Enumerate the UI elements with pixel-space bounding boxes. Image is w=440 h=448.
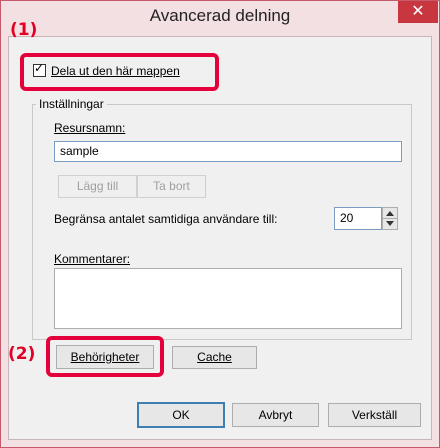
ok-button[interactable]: OK <box>137 402 225 428</box>
comments-text: Kommentarer: <box>54 252 131 266</box>
share-checkbox-label[interactable]: Dela ut den här mappen <box>51 64 180 78</box>
add-button[interactable]: Lägg till <box>58 175 137 198</box>
spin-up-icon[interactable] <box>386 211 394 216</box>
annotation-marker-2: (2) <box>8 344 36 364</box>
apply-button[interactable]: Verkställ <box>328 403 421 427</box>
cache-button[interactable]: Cache <box>172 346 257 369</box>
resource-name-label: Resursnamn: <box>54 121 125 135</box>
cache-text: Cache <box>197 350 232 364</box>
user-limit-input[interactable]: 20 <box>334 207 382 230</box>
resource-name-input[interactable]: sample <box>54 141 402 162</box>
dialog-title: Avancerad delning <box>149 6 291 25</box>
permissions-button[interactable]: Behörigheter <box>56 345 154 369</box>
spinner-divider <box>383 218 397 219</box>
share-checkbox[interactable]: ✓ <box>33 61 46 77</box>
comments-textarea[interactable] <box>54 268 402 329</box>
resource-name-text: Resursnamn: <box>54 121 126 135</box>
permissions-text: Behörigheter <box>70 350 140 364</box>
cancel-button[interactable]: Avbryt <box>232 403 319 427</box>
user-limit-spinner[interactable] <box>382 207 398 230</box>
checkmark-icon: ✓ <box>34 61 45 75</box>
spin-down-icon[interactable] <box>386 221 394 226</box>
settings-group-label: Inställningar <box>36 97 107 111</box>
comments-label: Kommentarer: <box>54 252 130 266</box>
user-limit-label: Begränsa antalet samtidiga användare til… <box>54 212 278 226</box>
share-checkbox-text: Dela ut den här mappen <box>51 64 180 78</box>
remove-button[interactable]: Ta bort <box>137 175 206 198</box>
close-button[interactable]: ✕ <box>398 1 438 23</box>
annotation-marker-1: (1) <box>10 20 38 40</box>
close-icon: ✕ <box>411 3 425 20</box>
